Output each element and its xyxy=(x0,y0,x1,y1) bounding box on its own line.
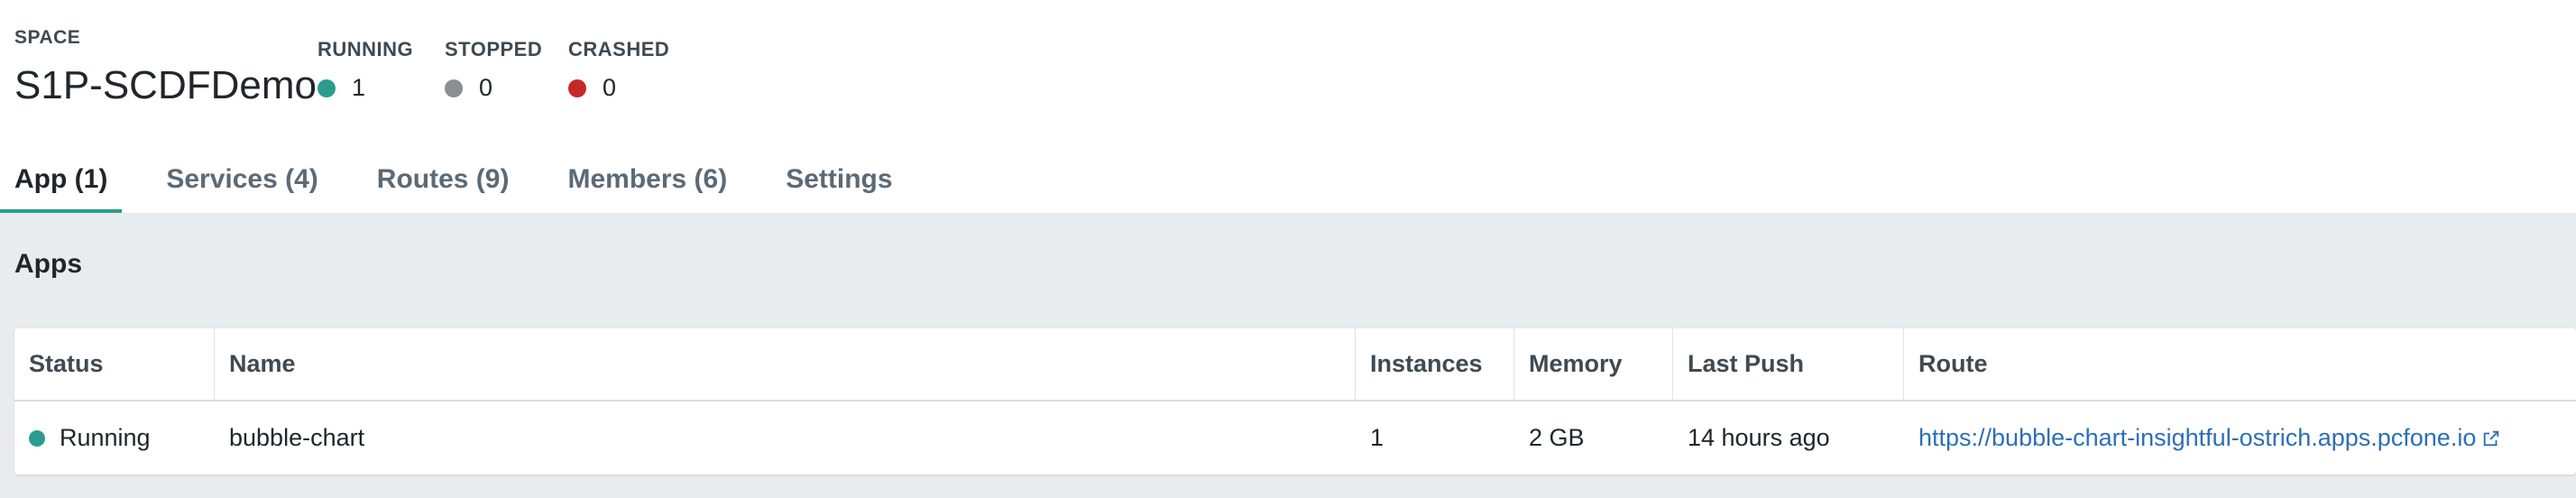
crashed-count: 0 xyxy=(603,74,617,101)
running-label: RUNNING xyxy=(317,38,414,60)
tab-services[interactable]: Services (4) xyxy=(152,161,332,213)
column-header-memory[interactable]: Memory xyxy=(1514,328,1673,400)
running-count: 1 xyxy=(352,74,366,101)
app-status-cell: Running xyxy=(14,401,215,475)
space-tabs: App (1) Services (4) Routes (9) Members … xyxy=(0,161,937,213)
app-last-push-cell: 14 hours ago xyxy=(1688,424,1830,451)
tab-members[interactable]: Members (6) xyxy=(553,161,741,213)
crashed-status-dot-icon xyxy=(568,78,586,97)
app-status-text: Running xyxy=(60,424,151,451)
crashed-label: CRASHED xyxy=(568,38,670,60)
app-name-cell: bubble-chart xyxy=(215,401,1356,475)
space-name: S1P-SCDFDemo xyxy=(14,63,317,107)
stopped-count: 0 xyxy=(479,74,493,101)
column-header-name[interactable]: Name xyxy=(215,328,1356,400)
external-link-icon[interactable] xyxy=(2481,429,2501,448)
column-header-status[interactable]: Status xyxy=(14,328,215,400)
stopped-status-dot-icon xyxy=(445,78,463,97)
app-route-text[interactable]: https://bubble-chart-insightful-ostrich.… xyxy=(1918,424,2476,452)
crashed-stat: CRASHED 0 xyxy=(568,38,669,102)
apps-table: Status Name Instances Memory Last Push R… xyxy=(14,328,2576,475)
app-route-link[interactable]: https://bubble-chart-insightful-ostrich.… xyxy=(1918,424,2501,452)
running-stat: RUNNING 1 xyxy=(317,38,413,102)
column-header-last-push[interactable]: Last Push xyxy=(1673,328,1904,400)
app-name-link[interactable]: bubble-chart xyxy=(229,424,364,452)
stopped-label: STOPPED xyxy=(445,38,543,60)
table-header: Status Name Instances Memory Last Push R… xyxy=(14,328,2576,401)
space-header: SPACE S1P-SCDFDemo RUNNING 1 STOPPED 0 C… xyxy=(0,0,2576,213)
apps-section-title: Apps xyxy=(14,249,82,279)
stopped-stat: STOPPED 0 xyxy=(445,38,542,102)
running-status-dot-icon xyxy=(317,78,336,97)
tab-app[interactable]: App (1) xyxy=(0,161,123,213)
column-header-route[interactable]: Route xyxy=(1904,328,2576,400)
app-route-cell: https://bubble-chart-insightful-ostrich.… xyxy=(1904,401,2576,475)
table-row[interactable]: Running bubble-chart 1 2 GB 14 hours ago… xyxy=(14,401,2576,475)
tab-settings[interactable]: Settings xyxy=(771,161,906,213)
column-header-instances[interactable]: Instances xyxy=(1356,328,1514,400)
app-instances-cell: 1 xyxy=(1370,424,1385,451)
apps-content: Apps Status Name Instances Memory Last P… xyxy=(0,213,2576,498)
running-status-dot-icon xyxy=(29,429,45,447)
app-memory-cell: 2 GB xyxy=(1529,424,1585,451)
tab-routes[interactable]: Routes (9) xyxy=(363,161,524,213)
space-label: SPACE xyxy=(14,27,81,48)
